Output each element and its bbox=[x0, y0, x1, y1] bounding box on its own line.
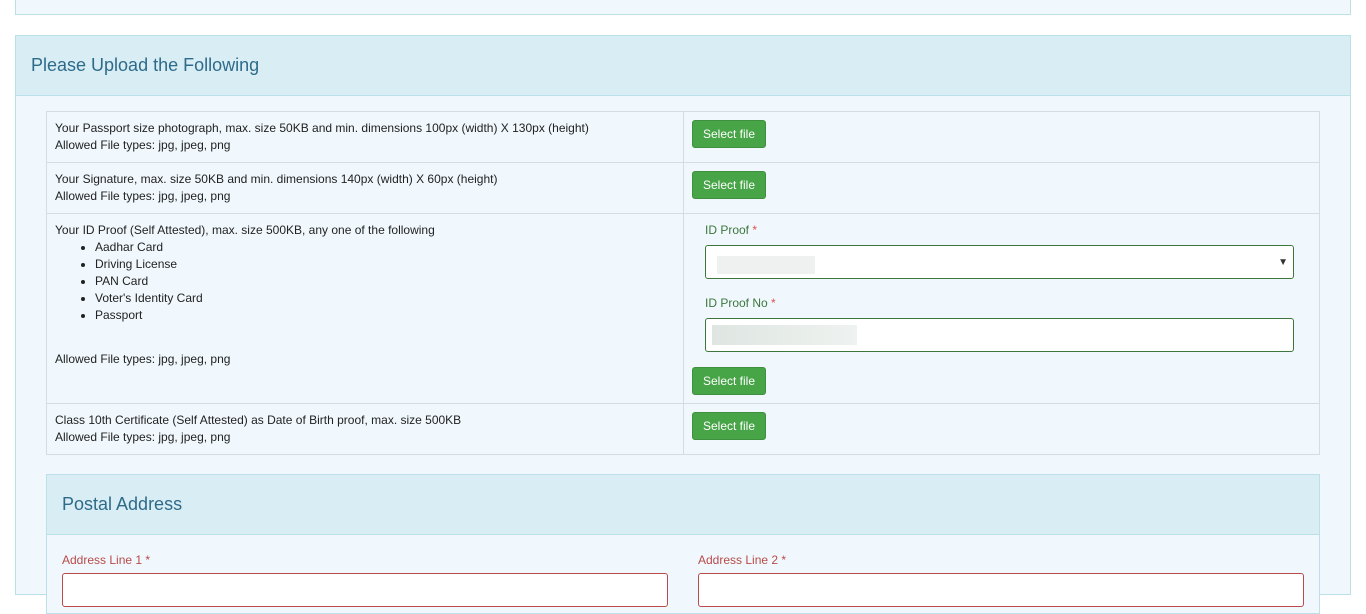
upload-panel: Please Upload the Following Your Passpor… bbox=[15, 35, 1351, 614]
id-proof-action-cell: ID Proof * ▼ ID Proof No * Select file bbox=[683, 213, 1320, 404]
list-item: Driving License bbox=[95, 256, 675, 273]
previous-panel-bottom bbox=[15, 0, 1351, 15]
table-row-signature: Your Signature, max. size 50KB and min. … bbox=[46, 162, 1320, 214]
list-item: PAN Card bbox=[95, 273, 675, 290]
required-marker: * bbox=[771, 296, 776, 310]
id-proof-no-input[interactable] bbox=[705, 318, 1294, 352]
postal-address-title: Postal Address bbox=[62, 494, 183, 514]
postal-address-panel: Postal Address Address Line 1 * Address … bbox=[46, 474, 1320, 614]
select-photo-file-button[interactable]: Select file bbox=[692, 120, 767, 148]
list-item: Voter's Identity Card bbox=[95, 290, 675, 307]
id-proof-list: Aadhar Card Driving License PAN Card Vot… bbox=[55, 239, 675, 324]
photo-requirement-text: Your Passport size photograph, max. size… bbox=[55, 121, 589, 135]
upload-table: Your Passport size photograph, max. size… bbox=[46, 111, 1320, 455]
select-certificate-file-button[interactable]: Select file bbox=[692, 412, 767, 440]
certificate-file-types: Allowed File types: jpg, jpeg, png bbox=[55, 430, 231, 444]
id-proof-file-types: Allowed File types: jpg, jpeg, png bbox=[55, 352, 231, 366]
postal-address-heading: Postal Address bbox=[47, 475, 1319, 535]
id-proof-requirement-text: Your ID Proof (Self Attested), max. size… bbox=[55, 223, 435, 237]
chevron-down-icon: ▼ bbox=[1278, 257, 1288, 268]
certificate-description: Class 10th Certificate (Self Attested) a… bbox=[46, 403, 684, 455]
address-line2-input[interactable] bbox=[698, 573, 1304, 607]
id-proof-description: Your ID Proof (Self Attested), max. size… bbox=[46, 213, 684, 404]
select-signature-file-button[interactable]: Select file bbox=[692, 171, 767, 199]
id-proof-label: ID Proof * bbox=[705, 223, 758, 237]
signature-requirement-text: Your Signature, max. size 50KB and min. … bbox=[55, 172, 498, 186]
list-item: Passport bbox=[95, 307, 675, 324]
certificate-action-cell: Select file bbox=[683, 403, 1320, 455]
address-line1-label: Address Line 1 * bbox=[62, 553, 151, 567]
table-row-certificate: Class 10th Certificate (Self Attested) a… bbox=[46, 403, 1320, 455]
certificate-requirement-text: Class 10th Certificate (Self Attested) a… bbox=[55, 413, 462, 427]
photo-action-cell: Select file bbox=[683, 111, 1320, 163]
signature-file-types: Allowed File types: jpg, jpeg, png bbox=[55, 189, 231, 203]
required-marker: * bbox=[752, 223, 758, 237]
signature-action-cell: Select file bbox=[683, 162, 1320, 214]
select-id-proof-file-button[interactable]: Select file bbox=[692, 367, 767, 395]
upload-panel-title: Please Upload the Following bbox=[31, 55, 260, 75]
table-row-id-proof: Your ID Proof (Self Attested), max. size… bbox=[46, 213, 1320, 404]
table-row-photo: Your Passport size photograph, max. size… bbox=[46, 111, 1320, 163]
list-item: Aadhar Card bbox=[95, 239, 675, 256]
signature-description: Your Signature, max. size 50KB and min. … bbox=[46, 162, 684, 214]
address-line1-input[interactable] bbox=[62, 573, 668, 607]
id-proof-no-label: ID Proof No * bbox=[705, 296, 776, 310]
upload-panel-heading: Please Upload the Following bbox=[16, 36, 1350, 96]
id-proof-select[interactable]: ▼ bbox=[705, 245, 1294, 279]
photo-description: Your Passport size photograph, max. size… bbox=[46, 111, 684, 163]
photo-file-types: Allowed File types: jpg, jpeg, png bbox=[55, 138, 231, 152]
address-line2-label: Address Line 2 * bbox=[698, 553, 787, 567]
